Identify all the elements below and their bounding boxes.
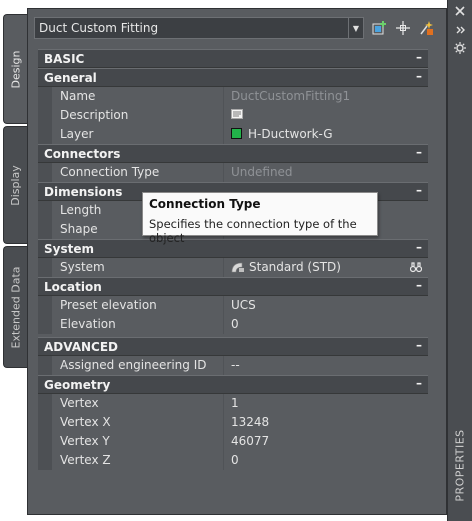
property-row-elevation[interactable]: Elevation 0 (38, 315, 428, 334)
property-value: H-Ductwork-G (248, 127, 333, 141)
section-dimensions-label: Dimensions (44, 185, 123, 199)
description-edit-button[interactable] (231, 108, 243, 123)
property-row-vertex-x[interactable]: Vertex X 13248 (38, 413, 428, 432)
section-basic[interactable]: BASIC – (38, 49, 428, 68)
text-editor-icon (231, 109, 243, 119)
system-value[interactable]: Standard (STD) (231, 260, 341, 274)
tooltip-title: Connection Type (149, 197, 261, 211)
property-label: Layer (60, 127, 94, 141)
property-value: 13248 (231, 415, 270, 429)
side-tab-strip: Design Display Extended Data (3, 14, 27, 368)
section-basic-label: BASIC (44, 52, 85, 66)
quick-select-button[interactable] (416, 18, 436, 38)
property-label: Shape (60, 222, 98, 236)
section-system-label: System (44, 242, 94, 256)
property-label: Description (60, 108, 129, 122)
property-label: Assigned engineering ID (60, 358, 207, 372)
tab-display-label: Display (9, 164, 23, 206)
system-browse-button[interactable] (409, 261, 423, 273)
property-label: Vertex X (60, 415, 111, 429)
property-label: Preset elevation (60, 298, 157, 312)
layer-value[interactable]: H-Ductwork-G (231, 127, 333, 141)
tooltip: Connection Type Specifies the connection… (142, 192, 378, 245)
tab-extended-data-label: Extended Data (9, 265, 23, 349)
properties-panel: Duct Custom Fitting ▼ BASIC – General – … (27, 8, 447, 515)
palette-title-label: PROPERTIES (454, 428, 468, 502)
property-row-description[interactable]: Description (38, 106, 428, 125)
property-grid: BASIC – General – Name DuctCustomFitting… (38, 49, 428, 470)
property-label: System (60, 260, 105, 274)
property-value: 0 (231, 453, 239, 467)
chevron-down-icon[interactable]: ▼ (348, 18, 363, 38)
section-geometry[interactable]: Geometry – (38, 375, 428, 394)
property-row-assigned-engineering-id[interactable]: Assigned engineering ID -- (38, 356, 428, 375)
crosshair-icon (396, 21, 410, 35)
section-general[interactable]: General – (38, 68, 428, 87)
property-value: 0 (231, 317, 239, 331)
section-geometry-label: Geometry (44, 378, 111, 392)
palette-title: PROPERTIES (448, 420, 472, 510)
property-label: Elevation (60, 317, 116, 331)
section-general-label: General (44, 71, 97, 85)
section-connectors[interactable]: Connectors – (38, 144, 428, 163)
property-row-system[interactable]: System Standard (STD) (38, 258, 428, 277)
property-row-vertex-z[interactable]: Vertex Z 0 (38, 451, 428, 470)
property-row-layer[interactable]: Layer H-Ductwork-G (38, 125, 428, 144)
toolbar: Duct Custom Fitting ▼ (34, 17, 442, 41)
property-label: Vertex (60, 396, 99, 410)
collapse-icon[interactable]: – (416, 50, 422, 64)
property-value: DuctCustomFitting1 (231, 89, 351, 103)
property-value: UCS (231, 298, 256, 312)
layer-color-swatch-icon (231, 128, 242, 139)
property-label: Vertex Y (60, 434, 110, 448)
autohide-button[interactable] (454, 24, 466, 39)
gear-icon (454, 42, 466, 54)
property-label: Name (60, 89, 96, 103)
collapse-icon[interactable]: – (416, 69, 422, 83)
property-row-vertex[interactable]: Vertex 1 (38, 394, 428, 413)
binoculars-icon (409, 262, 423, 273)
property-row-preset-elevation[interactable]: Preset elevation UCS (38, 296, 428, 315)
section-connectors-label: Connectors (44, 147, 121, 161)
tab-design[interactable]: Design (3, 14, 27, 124)
section-advanced-label: ADVANCED (44, 340, 119, 354)
palette-title-strip[interactable]: PROPERTIES (447, 0, 472, 521)
close-button[interactable] (454, 5, 466, 20)
close-icon (455, 6, 465, 16)
object-type-value: Duct Custom Fitting (39, 21, 159, 35)
property-label: Vertex Z (60, 453, 111, 467)
palette-settings-button[interactable] (454, 42, 466, 57)
property-label: Connection Type (60, 165, 160, 179)
add-selection-icon (372, 21, 386, 35)
collapse-icon[interactable]: – (416, 278, 422, 292)
collapse-icon[interactable]: – (416, 183, 422, 197)
collapse-icon[interactable]: – (416, 145, 422, 159)
tooltip-body: Specifies the connection type of the obj… (149, 217, 357, 245)
section-advanced[interactable]: ADVANCED – (38, 337, 428, 356)
section-location[interactable]: Location – (38, 277, 428, 296)
autohide-icon (456, 26, 465, 34)
section-location-label: Location (44, 280, 102, 294)
property-value: 1 (231, 396, 239, 410)
property-row-vertex-y[interactable]: Vertex Y 46077 (38, 432, 428, 451)
object-type-dropdown[interactable]: Duct Custom Fitting ▼ (34, 17, 364, 39)
tab-design-label: Design (9, 50, 23, 88)
property-value: Standard (STD) (249, 260, 341, 274)
add-to-selection-button[interactable] (370, 18, 390, 38)
collapse-icon[interactable]: – (416, 376, 422, 390)
collapse-icon[interactable]: – (416, 338, 422, 352)
duct-system-icon (231, 262, 244, 273)
property-value: Undefined (231, 165, 293, 179)
property-label: Length (60, 203, 102, 217)
collapse-icon[interactable]: – (416, 240, 422, 254)
tab-extended-data[interactable]: Extended Data (3, 246, 27, 368)
tab-display[interactable]: Display (3, 126, 27, 244)
property-row-connection-type[interactable]: Connection Type Undefined (38, 163, 428, 182)
property-value: -- (231, 358, 240, 372)
property-value: 46077 (231, 434, 270, 448)
select-objects-button[interactable] (393, 18, 413, 38)
quick-select-icon (420, 21, 433, 35)
property-row-name[interactable]: Name DuctCustomFitting1 (38, 87, 428, 106)
